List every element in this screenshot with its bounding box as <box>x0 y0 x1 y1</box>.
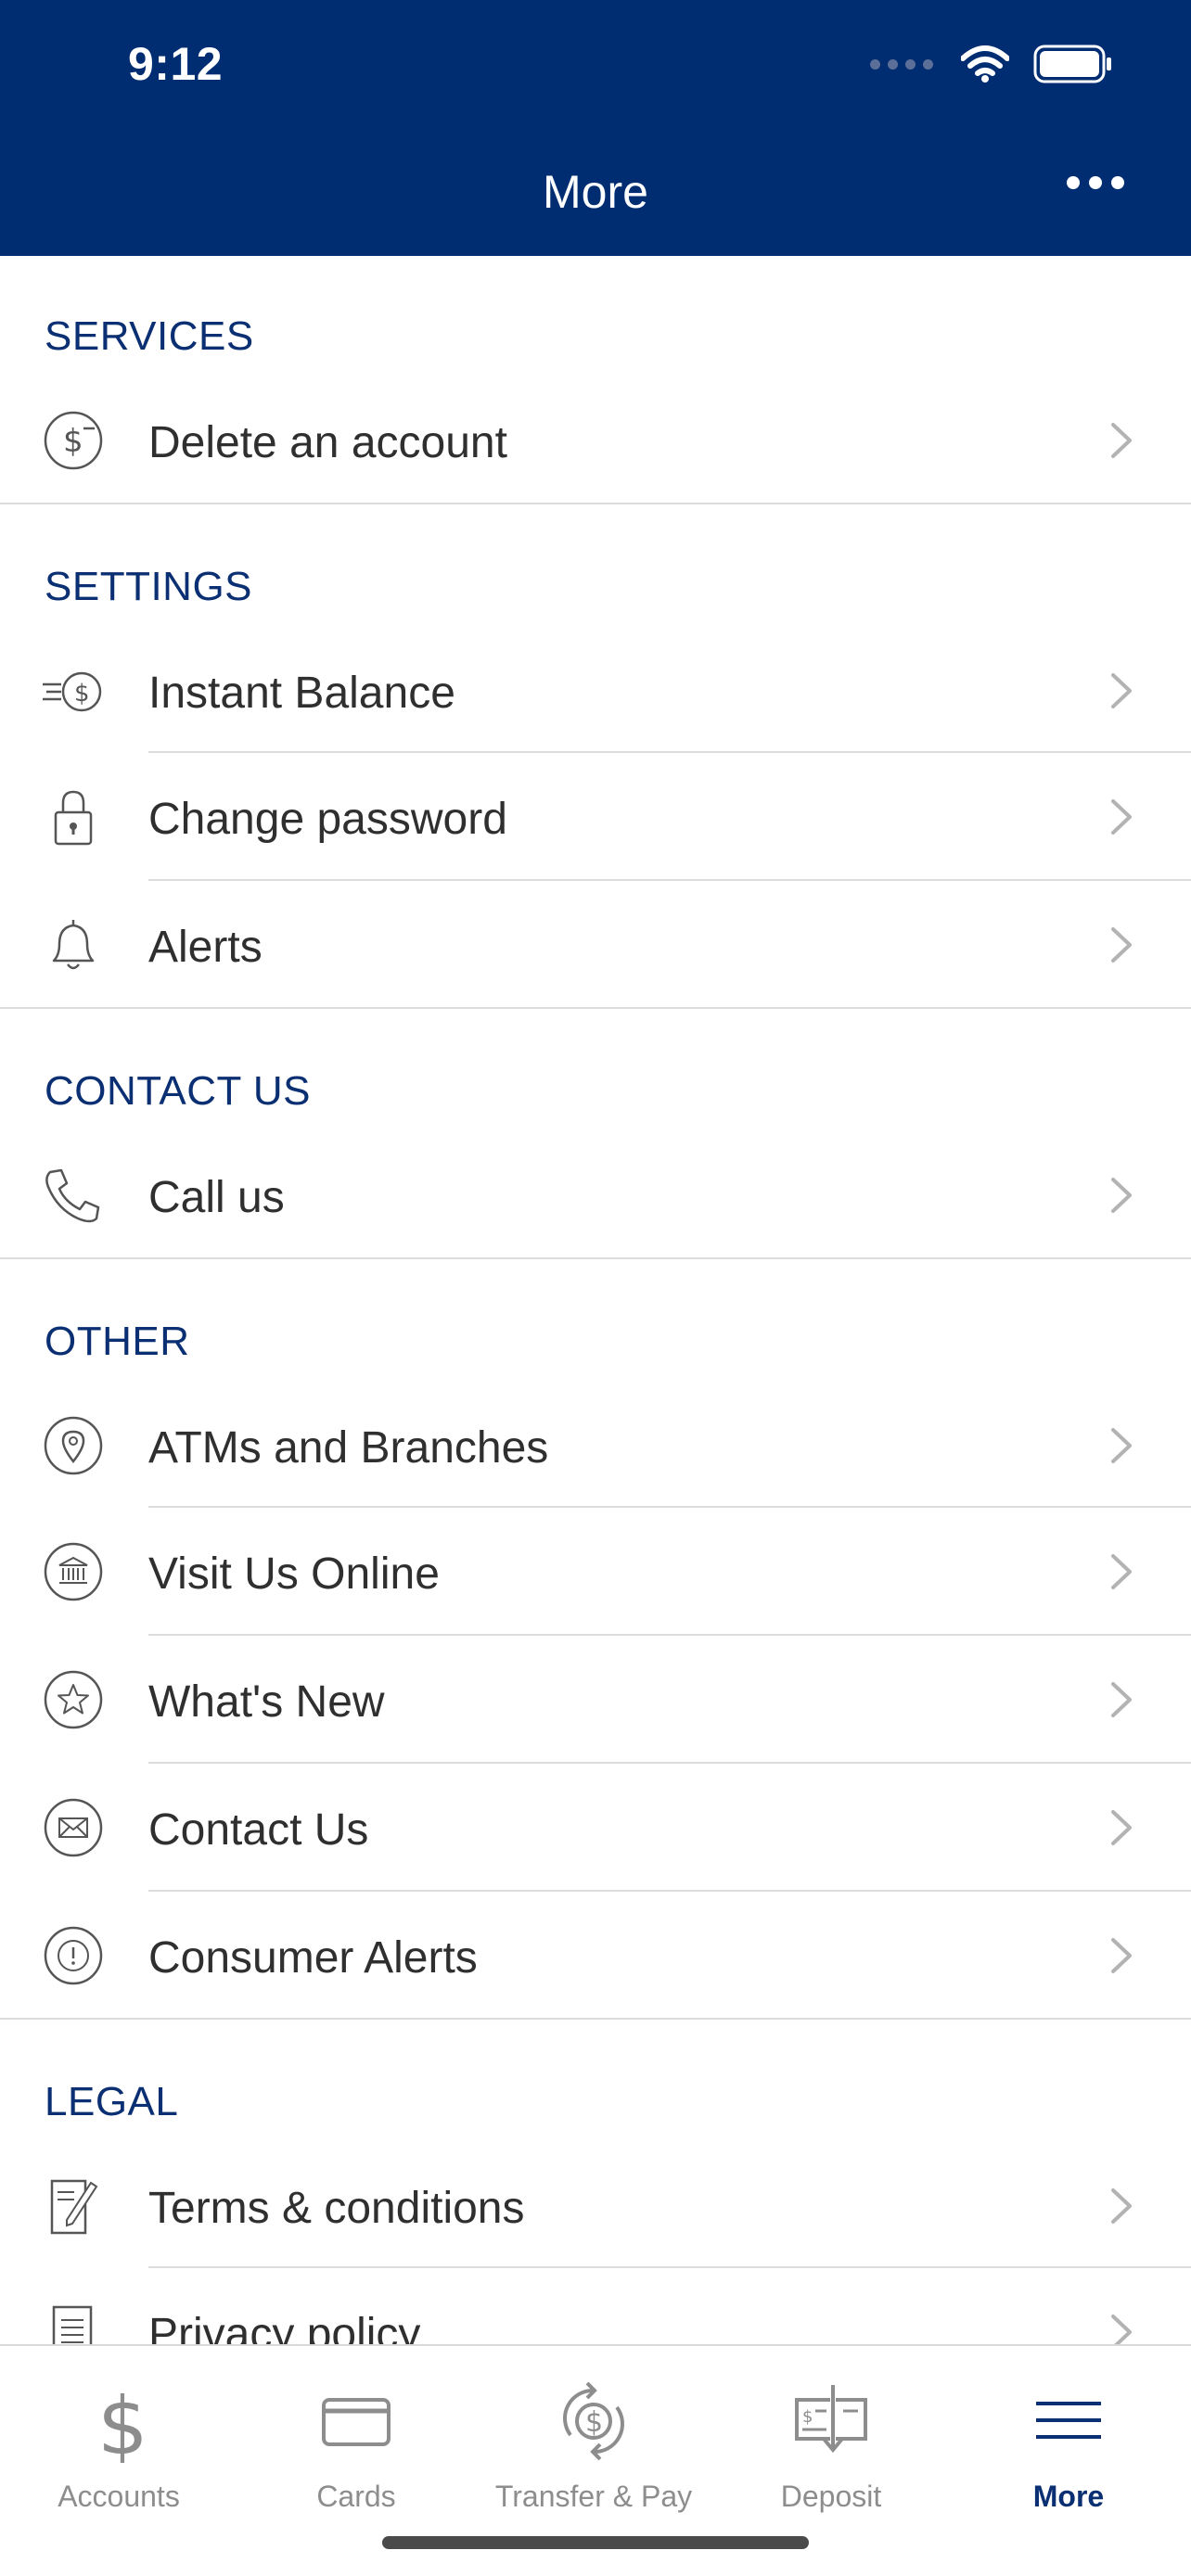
instant-balance-icon: $ <box>43 671 102 712</box>
wifi-icon <box>961 45 1009 83</box>
menu-item-terms-conditions[interactable]: Terms & conditions <box>0 2142 1191 2268</box>
transfer-icon: $ <box>563 2381 624 2461</box>
exclamation-icon <box>44 1926 103 1985</box>
check-deposit-icon: $ <box>795 2385 867 2454</box>
menu-item-privacy-policy[interactable]: Privacy policy <box>0 2268 1191 2344</box>
chevron-right-icon <box>1111 1178 1132 1213</box>
menu-item-contact-us[interactable]: Contact Us <box>0 1764 1191 1890</box>
section-title-legal: LEGAL <box>45 2079 179 2124</box>
menu-item-label: Delete an account <box>148 418 507 467</box>
svg-text:$: $ <box>585 2406 603 2439</box>
phone-icon <box>45 1168 100 1223</box>
menu-item-atms-branches[interactable]: ATMs and Branches <box>0 1382 1191 1508</box>
menu-item-consumer-alerts[interactable]: Consumer Alerts <box>0 1892 1191 2018</box>
bank-icon <box>44 1542 103 1601</box>
divider <box>0 503 1191 504</box>
dollar-icon: $ <box>97 2380 148 2463</box>
menu-item-label: Call us <box>148 1173 285 1222</box>
tab-label: Accounts <box>58 2480 180 2513</box>
chevron-right-icon <box>1111 2188 1132 2224</box>
bell-icon <box>52 920 95 970</box>
envelope-icon <box>44 1798 103 1857</box>
menu-item-call-us[interactable]: Call us <box>0 1131 1191 1257</box>
menu-item-label: ATMs and Branches <box>148 1423 549 1473</box>
svg-text:$: $ <box>97 2380 148 2463</box>
chevron-right-icon <box>1111 927 1132 963</box>
section-title-settings: SETTINGS <box>45 564 253 609</box>
tab-label: More <box>1032 2480 1105 2513</box>
card-icon <box>322 2398 391 2446</box>
cellular-signal-icon <box>870 58 933 70</box>
tab-label: Transfer & Pay <box>494 2480 693 2513</box>
menu-icon <box>1036 2402 1101 2439</box>
svg-text:$: $ <box>63 423 83 460</box>
chevron-right-icon <box>1111 423 1132 458</box>
chevron-right-icon <box>1111 2315 1132 2344</box>
svg-text:$: $ <box>74 680 90 708</box>
menu-item-alerts[interactable]: Alerts <box>0 881 1191 1007</box>
battery-icon <box>1033 45 1111 83</box>
tab-accounts[interactable]: $ Accounts <box>0 2361 237 2513</box>
menu-item-label: Change password <box>148 795 507 844</box>
divider <box>0 1257 1191 1259</box>
document-list-icon <box>52 2305 93 2344</box>
svg-text:$: $ <box>802 2407 813 2427</box>
menu-item-label: What's New <box>148 1677 385 1727</box>
home-indicator[interactable] <box>382 2536 809 2549</box>
chevron-right-icon <box>1111 799 1132 835</box>
tab-cards[interactable]: Cards <box>237 2361 475 2513</box>
chevron-right-icon <box>1111 673 1132 708</box>
star-icon <box>44 1670 103 1729</box>
chevron-right-icon <box>1111 1554 1132 1589</box>
tab-label: Cards <box>316 2480 396 2513</box>
section-title-other: OTHER <box>45 1319 190 1364</box>
chevron-right-icon <box>1111 1810 1132 1845</box>
menu-item-instant-balance[interactable]: $ Instant Balance <box>0 627 1191 753</box>
dollar-minus-icon: $ <box>44 411 103 470</box>
chevron-right-icon <box>1111 1938 1132 1973</box>
menu-item-label: Terms & conditions <box>148 2184 525 2233</box>
menu-item-label: Privacy policy <box>148 2310 421 2344</box>
menu-item-label: Consumer Alerts <box>148 1933 478 1983</box>
app-header: 9:12 More <box>0 0 1191 256</box>
more-options-button[interactable] <box>1067 176 1124 189</box>
tab-transfer-pay[interactable]: $ Transfer & Pay <box>475 2361 712 2513</box>
menu-item-label: Contact Us <box>148 1805 369 1855</box>
lock-icon <box>54 790 93 846</box>
menu-item-label: Instant Balance <box>148 669 455 718</box>
menu-list[interactable]: SERVICES $ Delete an account SETTINGS $ … <box>0 256 1191 2344</box>
document-pen-icon <box>50 2179 98 2235</box>
section-title-services: SERVICES <box>45 313 254 359</box>
menu-item-label: Visit Us Online <box>148 1549 440 1599</box>
tab-deposit[interactable]: $ Deposit <box>712 2361 950 2513</box>
status-icons <box>870 45 1113 83</box>
menu-item-label: Alerts <box>148 923 263 972</box>
menu-item-visit-us-online[interactable]: Visit Us Online <box>0 1508 1191 1634</box>
chevron-right-icon <box>1111 1682 1132 1717</box>
menu-item-whats-new[interactable]: What's New <box>0 1636 1191 1762</box>
divider <box>0 2018 1191 2020</box>
menu-item-delete-account[interactable]: $ Delete an account <box>0 376 1191 503</box>
tab-more[interactable]: More <box>950 2361 1187 2513</box>
location-pin-icon <box>44 1416 103 1475</box>
status-time: 9:12 <box>128 38 224 90</box>
tab-label: Deposit <box>780 2480 882 2513</box>
section-title-contact-us: CONTACT US <box>45 1068 311 1114</box>
page-title: More <box>543 166 648 218</box>
divider <box>0 1007 1191 1009</box>
chevron-right-icon <box>1111 1428 1132 1463</box>
menu-item-change-password[interactable]: Change password <box>0 753 1191 879</box>
